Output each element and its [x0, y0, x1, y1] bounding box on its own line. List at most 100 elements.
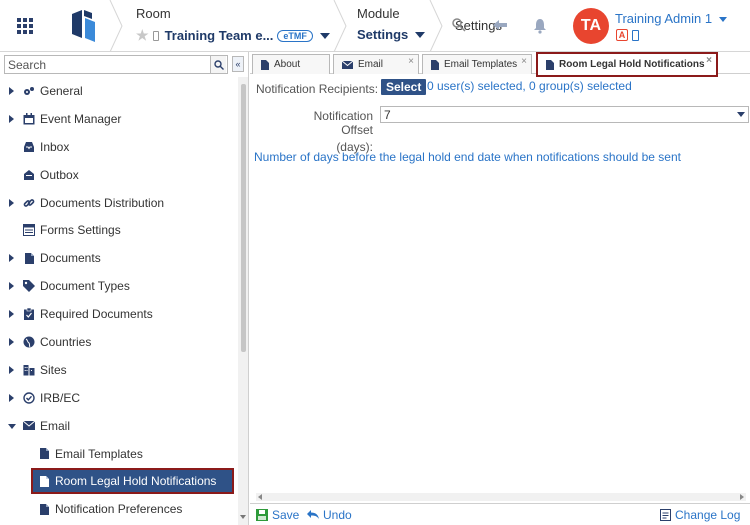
scroll-down-icon[interactable] — [240, 515, 246, 519]
collapse-arrow-icon[interactable] — [8, 423, 16, 429]
room-breadcrumb[interactable]: Room ★ Training Team e... eTMF — [136, 6, 330, 44]
tab-label: Email — [358, 59, 384, 70]
sidebar-item-event-manager[interactable]: Event Manager — [0, 105, 238, 133]
sidebar-item-notification-preferences[interactable]: Notification Preferences — [0, 495, 238, 523]
horizontal-scrollbar[interactable] — [256, 493, 746, 501]
expand-arrow-icon[interactable] — [9, 310, 14, 319]
module-dropdown-icon[interactable] — [415, 31, 426, 38]
sidebar-item-label: General — [40, 83, 83, 98]
action-footer: Save Undo Change Log — [250, 503, 750, 525]
user-name[interactable]: Training Admin 1 — [615, 11, 712, 26]
search-icon[interactable] — [210, 56, 226, 73]
sidebar-search — [4, 55, 228, 74]
tab-bar: About Email × Email Templates × Room Leg… — [250, 52, 750, 77]
save-label: Save — [272, 508, 300, 522]
recipients-selection-link[interactable]: 0 user(s) selected, 0 group(s) selected — [427, 79, 632, 93]
expand-arrow-icon[interactable] — [9, 393, 14, 402]
app-grid-icon[interactable] — [17, 18, 33, 34]
breadcrumb-separator-icon — [109, 0, 123, 52]
sidebar-scroll-thumb[interactable] — [241, 84, 246, 352]
expand-arrow-icon[interactable] — [9, 282, 14, 291]
form-icon — [23, 224, 35, 237]
offset-value: 7 — [384, 107, 391, 122]
sidebar-item-inbox[interactable]: Inbox — [0, 133, 238, 161]
expand-arrow-icon[interactable] — [9, 86, 14, 95]
inbox-icon — [23, 141, 35, 153]
sidebar-item-document-types[interactable]: Document Types — [0, 272, 238, 300]
module-breadcrumb[interactable]: Module Settings — [357, 6, 426, 42]
room-name[interactable]: Training Team e... — [165, 28, 274, 43]
tab-label: Room Legal Hold Notifications — [559, 59, 705, 70]
save-icon — [256, 509, 268, 521]
module-name[interactable]: Settings — [357, 27, 408, 42]
chevron-down-icon[interactable] — [737, 112, 745, 117]
document-icon — [431, 59, 439, 70]
tab-label: About — [274, 59, 301, 70]
company-logo-icon[interactable] — [68, 8, 100, 44]
sidebar-item-required-documents[interactable]: Required Documents — [0, 300, 238, 328]
sidebar-item-irb-ec[interactable]: IRB/EC — [0, 384, 238, 412]
sidebar-item-email[interactable]: Email — [0, 412, 238, 440]
tab-email[interactable]: Email × — [333, 54, 419, 74]
expand-arrow-icon[interactable] — [9, 254, 14, 263]
tag-icon — [23, 280, 35, 293]
expand-arrow-icon[interactable] — [9, 365, 14, 374]
user-mobile-icon — [632, 29, 639, 41]
offset-help-text: Number of days before the legal hold end… — [254, 150, 681, 164]
document-icon — [38, 503, 50, 515]
sidebar-item-label: Room Legal Hold Notifications — [55, 474, 217, 489]
offset-label: Notification Offset (days): — [283, 109, 373, 154]
tab-about[interactable]: About — [252, 54, 330, 74]
user-menu[interactable]: Training Admin 1 — [615, 11, 727, 26]
sidebar-item-label: Email — [40, 418, 71, 433]
globe-icon — [23, 336, 35, 348]
close-icon[interactable]: × — [408, 56, 414, 67]
notifications-bell-icon[interactable] — [533, 18, 547, 34]
sidebar-item-countries[interactable]: Countries — [0, 328, 238, 356]
notification-offset-select[interactable]: 7 — [380, 106, 749, 123]
document-icon — [546, 59, 554, 70]
offset-label-line1: Notification Offset — [313, 109, 373, 137]
sidebar-item-email-templates[interactable]: Email Templates — [0, 440, 238, 468]
sidebar-item-sites[interactable]: Sites — [0, 356, 238, 384]
clipboard-icon — [23, 308, 35, 321]
sidebar-item-label: Document Types — [40, 279, 130, 294]
sidebar-search-input[interactable] — [5, 56, 210, 73]
legal-hold-settings-panel: Notification Recipients: Select 0 user(s… — [250, 75, 750, 495]
user-dropdown-icon[interactable] — [718, 17, 727, 23]
sidebar-item-documents[interactable]: Documents — [0, 244, 238, 272]
save-button[interactable]: Save — [256, 508, 299, 522]
collapse-sidebar-icon[interactable]: « — [232, 56, 244, 72]
change-log-button[interactable]: Change Log — [660, 508, 740, 522]
global-search-icon[interactable] — [452, 18, 466, 32]
tab-email-templates[interactable]: Email Templates × — [422, 54, 532, 74]
breadcrumb-separator-icon — [429, 0, 443, 52]
gears-icon — [23, 85, 35, 97]
select-recipients-button[interactable]: Select — [381, 79, 427, 95]
close-icon[interactable]: × — [706, 55, 712, 66]
scroll-left-icon[interactable] — [258, 494, 262, 500]
room-dropdown-icon[interactable] — [319, 32, 330, 39]
back-arrow-icon[interactable] — [493, 19, 507, 31]
undo-icon — [307, 510, 319, 519]
calendar-icon — [23, 112, 35, 125]
document-icon — [38, 475, 50, 487]
undo-label: Undo — [323, 508, 352, 522]
sidebar-item-forms-settings[interactable]: Forms Settings — [0, 216, 238, 244]
scroll-right-icon[interactable] — [740, 494, 744, 500]
sidebar-item-general[interactable]: General — [0, 77, 238, 105]
close-icon[interactable]: × — [521, 56, 527, 67]
tab-room-legal-hold-notifications[interactable]: Room Legal Hold Notifications × — [536, 52, 718, 77]
sidebar-item-outbox[interactable]: Outbox — [0, 161, 238, 189]
undo-button[interactable]: Undo — [307, 508, 352, 522]
breadcrumb-separator-icon — [333, 0, 347, 52]
envelope-icon — [342, 60, 353, 69]
favorite-star-icon[interactable]: ★ — [136, 27, 149, 44]
expand-arrow-icon[interactable] — [9, 337, 14, 346]
expand-arrow-icon[interactable] — [9, 114, 14, 123]
user-avatar[interactable]: TA — [573, 8, 609, 44]
sidebar-item-room-legal-hold-notifications[interactable]: Room Legal Hold Notifications — [0, 467, 238, 495]
expand-arrow-icon[interactable] — [9, 198, 14, 207]
check-circle-icon — [23, 392, 35, 404]
sidebar-item-documents-distribution[interactable]: Documents Distribution — [0, 189, 238, 217]
